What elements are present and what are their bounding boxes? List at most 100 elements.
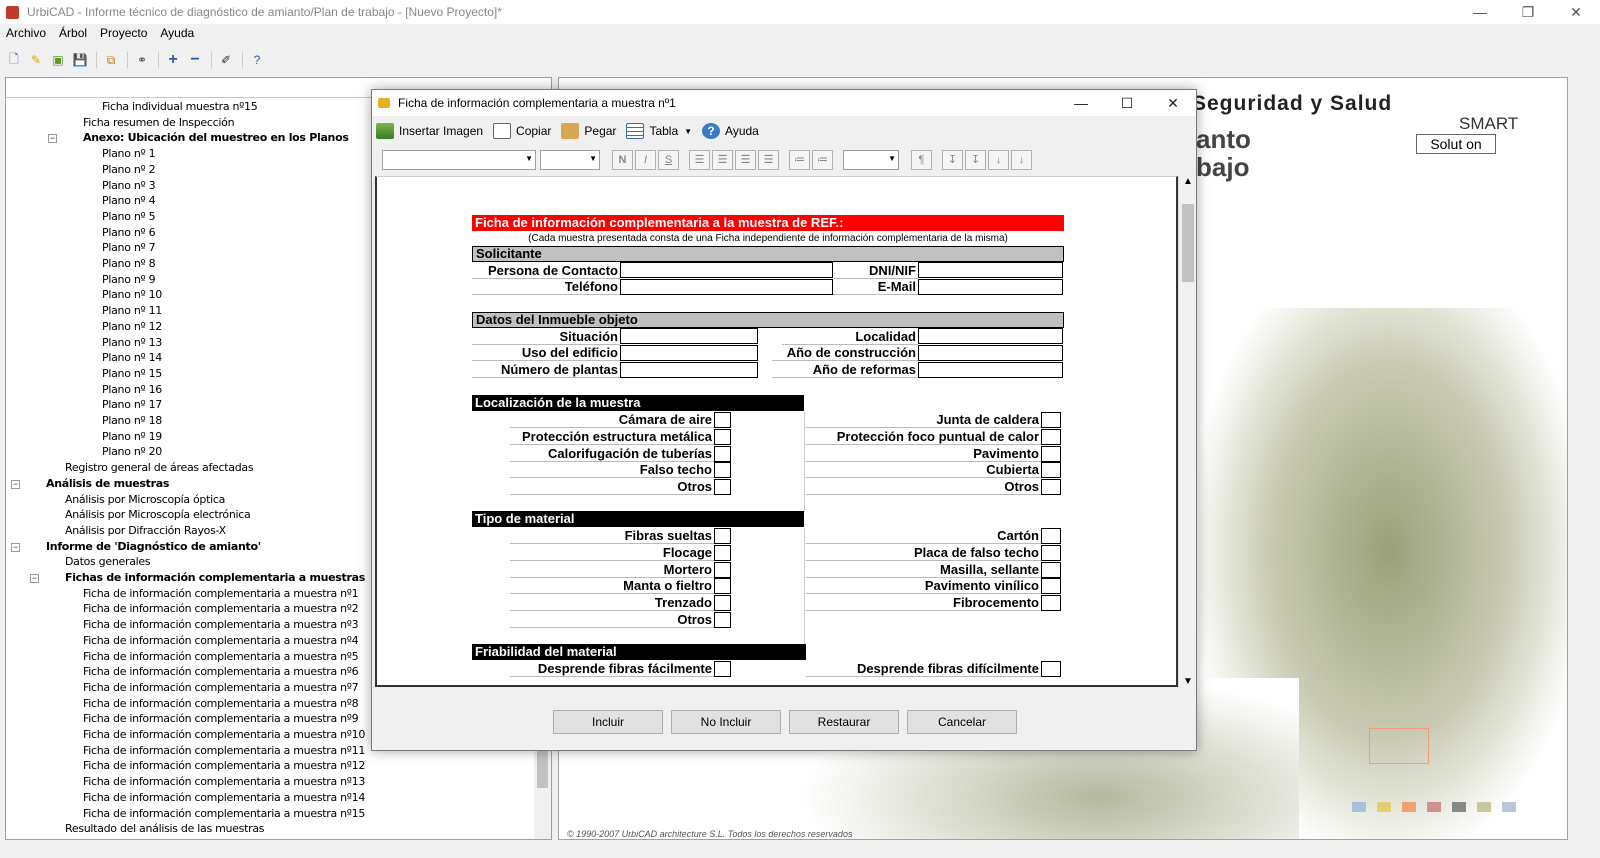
paragraph-button[interactable]: ¶ bbox=[911, 150, 932, 170]
edit-document-icon[interactable]: ✐ bbox=[216, 51, 236, 69]
font-size-select[interactable] bbox=[540, 150, 600, 170]
collapse-toggle-icon[interactable]: − bbox=[30, 574, 39, 583]
open-icon[interactable]: ✎ bbox=[26, 51, 46, 69]
tree-item[interactable]: Ficha de información complementaria a mu… bbox=[83, 774, 365, 790]
numbered-list-icon[interactable]: ≔ bbox=[812, 150, 833, 170]
table-button[interactable]: Tabla ▼ bbox=[626, 123, 692, 139]
outdent-icon[interactable]: ↧ bbox=[965, 150, 986, 170]
material-left-checkbox[interactable] bbox=[714, 612, 731, 628]
tree-item[interactable]: Plano nº 15 bbox=[102, 366, 162, 382]
align-justify-icon[interactable]: ☰ bbox=[758, 150, 779, 170]
contact-field[interactable] bbox=[620, 262, 833, 278]
minimize-icon[interactable]: — bbox=[1456, 0, 1504, 24]
restore-icon[interactable]: ❐ bbox=[1504, 0, 1552, 24]
paste-button[interactable]: Pegar bbox=[561, 123, 616, 139]
localizacion-right-checkbox[interactable] bbox=[1041, 445, 1061, 462]
menu-arbol[interactable]: Árbol bbox=[59, 26, 87, 44]
document-editor[interactable]: Ficha de información complementaria a la… bbox=[375, 176, 1178, 687]
tree-item[interactable]: Ficha de información complementaria a mu… bbox=[83, 711, 359, 727]
material-right-checkbox[interactable] bbox=[1041, 578, 1061, 595]
tree-item[interactable]: Fichas de información complementaria a m… bbox=[65, 570, 365, 586]
tree-item[interactable]: Análisis por Microscopía óptica bbox=[65, 492, 225, 508]
tree-item[interactable]: Ficha individual muestra nº15 bbox=[102, 99, 258, 115]
tree-item[interactable]: Plano nº 14 bbox=[102, 350, 162, 366]
localizacion-right-checkbox[interactable] bbox=[1041, 428, 1061, 445]
tree-item[interactable]: Ficha de información complementaria a mu… bbox=[83, 617, 359, 633]
tree-item[interactable]: Plano nº 10 bbox=[102, 287, 162, 303]
tree-item[interactable]: Plano nº 13 bbox=[102, 335, 162, 351]
material-right-checkbox[interactable] bbox=[1041, 528, 1061, 544]
tree-item[interactable]: Plano nº 2 bbox=[102, 162, 156, 178]
tree-item[interactable]: Análisis por Difracción Rayos-X bbox=[65, 523, 226, 539]
localizacion-left-checkbox[interactable] bbox=[714, 428, 731, 445]
indent-icon[interactable]: ↧ bbox=[942, 150, 963, 170]
restore-button[interactable]: Restaurar bbox=[789, 710, 899, 734]
anio-reformas-field[interactable] bbox=[918, 362, 1063, 378]
friable-easy-checkbox[interactable] bbox=[714, 661, 731, 677]
save-icon[interactable]: 💾 bbox=[70, 51, 90, 69]
localizacion-right-checkbox[interactable] bbox=[1041, 462, 1061, 479]
phone-field[interactable] bbox=[620, 279, 833, 295]
bullet-list-icon[interactable]: ≔ bbox=[789, 150, 810, 170]
tree-item[interactable]: Resultado del análisis de las muestras bbox=[65, 821, 264, 837]
collapse-toggle-icon[interactable]: − bbox=[11, 542, 20, 552]
localizacion-left-checkbox[interactable] bbox=[714, 462, 731, 479]
tree-item[interactable]: Plano nº 4 bbox=[102, 193, 156, 209]
localidad-field[interactable] bbox=[918, 328, 1063, 344]
localizacion-left-checkbox[interactable] bbox=[714, 445, 731, 462]
menu-proyecto[interactable]: Proyecto bbox=[100, 26, 147, 44]
tree-item[interactable]: Análisis por Microscopía electrónica bbox=[65, 507, 251, 523]
dni-field[interactable] bbox=[918, 262, 1063, 278]
situacion-field[interactable] bbox=[620, 328, 758, 344]
tree-item[interactable]: Plano nº 17 bbox=[102, 397, 162, 413]
help-icon[interactable]: ? bbox=[247, 51, 267, 69]
font-family-select[interactable] bbox=[382, 150, 536, 170]
tree-item[interactable]: Plano nº 6 bbox=[102, 225, 156, 241]
bold-button[interactable]: N bbox=[612, 150, 633, 170]
tree-item[interactable]: Ficha de información complementaria a mu… bbox=[83, 696, 359, 712]
menu-ayuda[interactable]: Ayuda bbox=[160, 26, 194, 44]
insert-image-button[interactable]: Insertar Imagen bbox=[376, 123, 483, 139]
anio-construccion-field[interactable] bbox=[918, 345, 1063, 361]
material-left-checkbox[interactable] bbox=[714, 561, 731, 578]
uso-field[interactable] bbox=[620, 345, 758, 361]
align-right-icon[interactable]: ☰ bbox=[735, 150, 756, 170]
tree-item[interactable]: Plano nº 9 bbox=[102, 272, 156, 288]
expand-icon[interactable]: + bbox=[163, 51, 183, 69]
dialog-maximize-icon[interactable]: ☐ bbox=[1104, 90, 1150, 116]
localizacion-left-checkbox[interactable] bbox=[714, 412, 731, 428]
material-right-checkbox[interactable] bbox=[1041, 561, 1061, 578]
document-scrollbar[interactable]: ▲ ▼ bbox=[1178, 176, 1195, 687]
tree-item[interactable]: Plano nº 18 bbox=[102, 413, 162, 429]
style-select[interactable] bbox=[843, 150, 899, 170]
tree-item[interactable]: Anexo: Ubicación del muestreo en los Pla… bbox=[83, 130, 349, 146]
italic-button[interactable]: I bbox=[635, 150, 656, 170]
material-right-checkbox[interactable] bbox=[1041, 595, 1061, 612]
copy-button[interactable]: Copiar bbox=[493, 123, 551, 139]
scroll-down-icon[interactable]: ▼ bbox=[1183, 676, 1193, 687]
plantas-field[interactable] bbox=[620, 362, 758, 378]
localizacion-right-checkbox[interactable] bbox=[1041, 412, 1061, 428]
dialog-minimize-icon[interactable]: — bbox=[1058, 90, 1104, 116]
tree-item[interactable]: Ficha de información complementaria a mu… bbox=[83, 664, 359, 680]
dialog-close-icon[interactable]: ✕ bbox=[1150, 90, 1196, 116]
menu-archivo[interactable]: Archivo bbox=[6, 26, 46, 44]
include-button[interactable]: Incluir bbox=[553, 710, 663, 734]
cancel-button[interactable]: Cancelar bbox=[907, 710, 1017, 734]
tree-item[interactable]: Ficha de información complementaria a mu… bbox=[83, 633, 359, 649]
align-center-icon[interactable]: ☰ bbox=[712, 150, 733, 170]
tree-item[interactable]: Plano nº 7 bbox=[102, 240, 156, 256]
exclude-button[interactable]: No Incluir bbox=[671, 710, 781, 734]
tree-item[interactable]: Análisis de muestras bbox=[46, 476, 169, 492]
tree-item[interactable]: Plano nº 12 bbox=[102, 319, 162, 335]
help-button[interactable]: ? Ayuda bbox=[702, 123, 759, 139]
material-left-checkbox[interactable] bbox=[714, 528, 731, 544]
collapse-toggle-icon[interactable]: − bbox=[48, 134, 57, 144]
email-field[interactable] bbox=[918, 279, 1063, 295]
collapse-toggle-icon[interactable]: − bbox=[11, 479, 20, 489]
scroll-up-icon[interactable]: ▲ bbox=[1183, 176, 1193, 187]
tree-item[interactable]: Informe de 'Diagnóstico de amianto' bbox=[46, 539, 261, 555]
tree-item[interactable]: Ficha resumen de Inspección bbox=[83, 115, 235, 131]
tree-item[interactable]: Plano nº 8 bbox=[102, 256, 156, 272]
tree-item[interactable]: Plano nº 11 bbox=[102, 303, 162, 319]
